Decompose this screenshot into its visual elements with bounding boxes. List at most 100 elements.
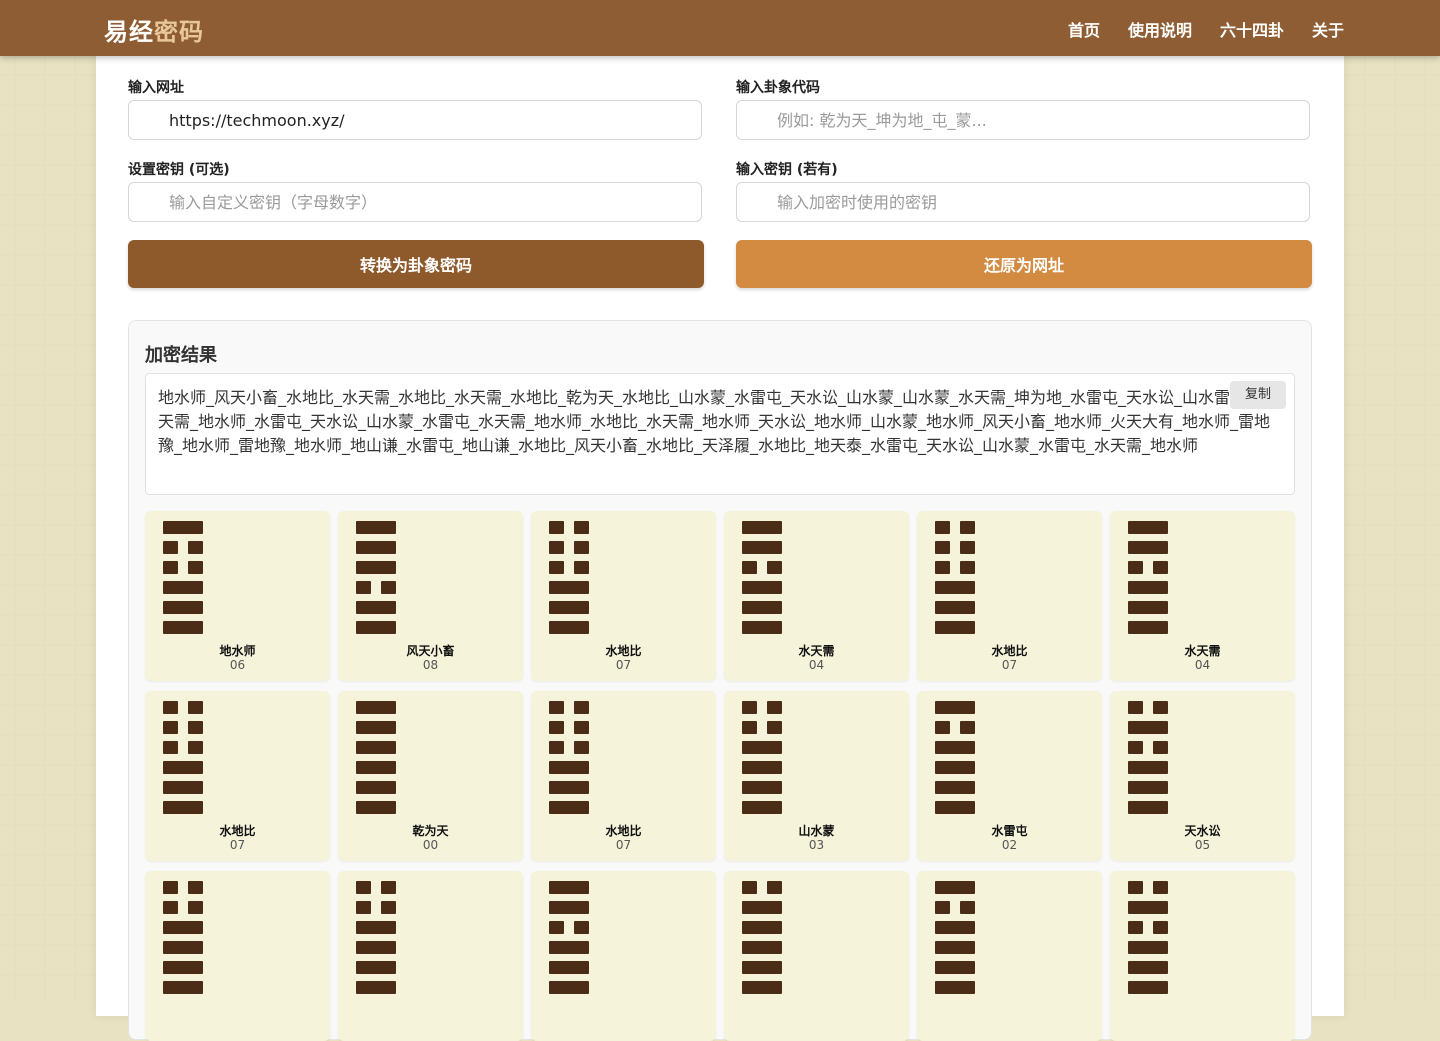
- hexagram-tile[interactable]: [724, 871, 909, 1041]
- result-text-box[interactable]: 地水师_风天小畜_水地比_水天需_水地比_水天需_水地比_乾为天_水地比_山水蒙…: [145, 373, 1295, 495]
- hexagram-lines: [549, 881, 589, 1001]
- line-segment: [356, 961, 396, 974]
- yin-line: [742, 721, 782, 734]
- copy-button[interactable]: 复制: [1230, 381, 1286, 409]
- line-segment: [188, 541, 203, 554]
- hexagram-tile[interactable]: [917, 871, 1102, 1041]
- line-segment: [935, 801, 975, 814]
- line-segment: [188, 561, 203, 574]
- line-segment: [742, 581, 782, 594]
- line-segment: [549, 941, 589, 954]
- line-segment: [549, 881, 589, 894]
- nav-about[interactable]: 关于: [1312, 17, 1344, 41]
- nav-home[interactable]: 首页: [1068, 17, 1100, 41]
- decode-button[interactable]: 还原为网址: [736, 240, 1312, 288]
- yin-line: [549, 741, 589, 754]
- nav-hexagrams[interactable]: 六十四卦: [1220, 17, 1284, 41]
- line-segment: [742, 801, 782, 814]
- hexagram-tile[interactable]: [531, 871, 716, 1041]
- brand-part1: 易经: [104, 17, 154, 46]
- yang-line: [163, 921, 203, 934]
- line-segment: [1128, 701, 1143, 714]
- line-segment: [163, 701, 178, 714]
- line-segment: [549, 721, 564, 734]
- yang-line: [356, 941, 396, 954]
- line-segment: [1153, 881, 1168, 894]
- yang-line: [549, 581, 589, 594]
- key-input[interactable]: [128, 182, 702, 222]
- line-segment: [188, 901, 203, 914]
- line-segment: [1128, 581, 1168, 594]
- yang-line: [935, 961, 975, 974]
- hexagram-tile[interactable]: 水地比 07: [917, 511, 1102, 681]
- hexagram-lines: [935, 701, 975, 821]
- hexagram-tile[interactable]: 水天需 04: [1110, 511, 1295, 681]
- yang-line: [742, 581, 782, 594]
- hexagram-tile[interactable]: 水地比 07: [145, 691, 330, 861]
- line-segment: [163, 541, 178, 554]
- line-segment: [935, 781, 975, 794]
- hexagram-tile[interactable]: 水雷屯 02: [917, 691, 1102, 861]
- yin-line: [163, 701, 203, 714]
- yang-line: [935, 781, 975, 794]
- hexagram-tile[interactable]: 水地比 07: [531, 691, 716, 861]
- yang-line: [549, 981, 589, 994]
- nav-links: 首页 使用说明 六十四卦 关于: [1068, 17, 1344, 41]
- hexagram-tile[interactable]: 山水蒙 03: [724, 691, 909, 861]
- yang-line: [1128, 541, 1168, 554]
- hexagram-name: 水雷屯: [991, 824, 1028, 838]
- hexagram-name: 水地比: [605, 824, 642, 838]
- brand-logo[interactable]: 易经密码: [104, 12, 204, 47]
- hexagram-tile[interactable]: 地水师 06: [145, 511, 330, 681]
- line-segment: [1128, 721, 1168, 734]
- line-segment: [742, 781, 782, 794]
- line-segment: [549, 901, 589, 914]
- line-segment: [767, 561, 782, 574]
- line-segment: [188, 721, 203, 734]
- hexagram-tile[interactable]: [145, 871, 330, 1041]
- hexagram-tile[interactable]: 水地比 07: [531, 511, 716, 681]
- line-segment: [356, 581, 371, 594]
- hexagram-lines: [356, 521, 396, 641]
- hexagram-tile[interactable]: 风天小畜 08: [338, 511, 523, 681]
- line-segment: [549, 521, 564, 534]
- hexagram-tile[interactable]: [338, 871, 523, 1041]
- yang-line: [549, 781, 589, 794]
- hexagram-tile[interactable]: 乾为天 00: [338, 691, 523, 861]
- hexagram-name: 乾为天: [412, 824, 449, 838]
- hexagram-tile[interactable]: [1110, 871, 1295, 1041]
- line-segment: [742, 901, 782, 914]
- hexagram-tile[interactable]: 水天需 04: [724, 511, 909, 681]
- line-segment: [742, 981, 782, 994]
- line-segment: [188, 741, 203, 754]
- line-segment: [574, 541, 589, 554]
- line-segment: [742, 541, 782, 554]
- hexagram-tile[interactable]: 天水讼 05: [1110, 691, 1295, 861]
- line-segment: [935, 701, 975, 714]
- line-segment: [574, 741, 589, 754]
- line-segment: [742, 561, 757, 574]
- yang-line: [163, 621, 203, 634]
- code-input[interactable]: [736, 100, 1310, 140]
- line-segment: [188, 701, 203, 714]
- line-segment: [935, 921, 975, 934]
- navbar: 易经密码 首页 使用说明 六十四卦 关于: [0, 0, 1440, 56]
- line-segment: [742, 741, 782, 754]
- yang-line: [163, 961, 203, 974]
- line-segment: [549, 801, 589, 814]
- decode-key-input[interactable]: [736, 182, 1310, 222]
- line-segment: [935, 581, 975, 594]
- yang-line: [742, 781, 782, 794]
- hexagram-lines: [356, 701, 396, 821]
- url-input[interactable]: [128, 100, 702, 140]
- encode-button[interactable]: 转换为卦象密码: [128, 240, 704, 288]
- yang-line: [742, 901, 782, 914]
- yin-line: [163, 561, 203, 574]
- yin-line: [935, 541, 975, 554]
- line-segment: [574, 721, 589, 734]
- nav-usage[interactable]: 使用说明: [1128, 17, 1192, 41]
- line-segment: [960, 901, 975, 914]
- yin-line: [549, 921, 589, 934]
- line-segment: [163, 601, 203, 614]
- line-segment: [1128, 921, 1143, 934]
